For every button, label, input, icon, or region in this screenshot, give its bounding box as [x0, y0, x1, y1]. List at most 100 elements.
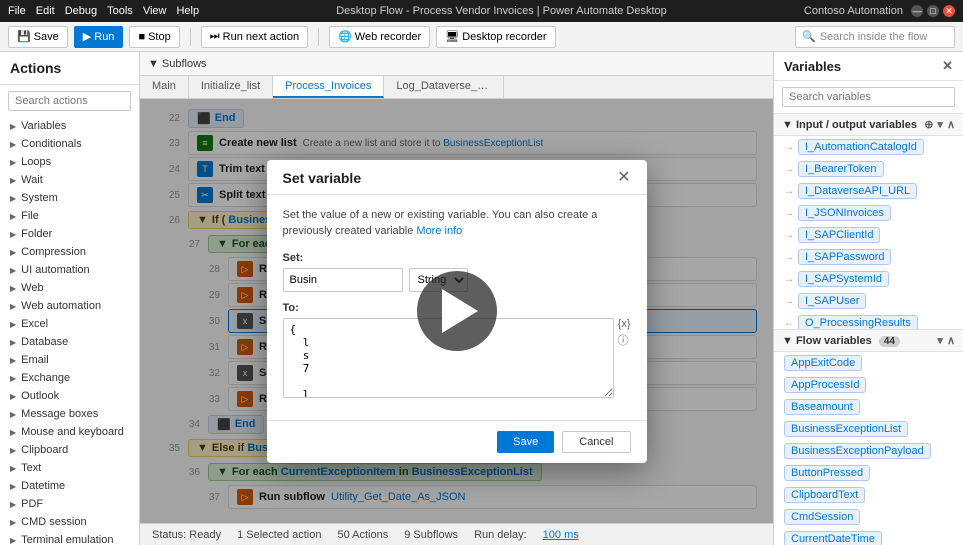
action-item-exchange[interactable]: Exchange [0, 369, 139, 387]
collapse-section-icon[interactable]: ∧ [947, 334, 955, 347]
selected-action-count: 1 Selected action [237, 529, 321, 541]
action-item-cmd[interactable]: CMD session [0, 513, 139, 531]
action-item-email[interactable]: Email [0, 351, 139, 369]
stop-button[interactable]: ■ Stop [129, 26, 179, 48]
tab-initialize-list[interactable]: Initialize_list [189, 76, 273, 98]
run-delay-value[interactable]: 100 ms [543, 529, 579, 541]
action-item-datetime[interactable]: Datetime [0, 477, 139, 495]
run-button[interactable]: ▶ Run [74, 26, 124, 48]
close-button[interactable]: ✕ [943, 5, 955, 17]
action-item-loops[interactable]: Loops [0, 153, 139, 171]
subflows-button[interactable]: ▼ Subflows [148, 58, 207, 70]
flow-vars-section-header[interactable]: ▼ Flow variables 44 ▾ ∧ [774, 329, 963, 352]
var-json-invoices[interactable]: → I_JSONInvoices [774, 202, 963, 224]
maximize-button[interactable]: □ [927, 5, 939, 17]
minimize-button[interactable]: — [911, 5, 923, 17]
action-item-excel[interactable]: Excel [0, 315, 139, 333]
actions-search-input[interactable] [8, 91, 131, 111]
var-sap-system-id[interactable]: → I_SAPSystemId [774, 268, 963, 290]
save-button[interactable]: 💾 Save [8, 26, 68, 48]
play-button-overlay[interactable] [417, 271, 497, 351]
main-layout: Actions Variables Conditionals Loops Wai… [0, 52, 963, 545]
var-baseamount[interactable]: Baseamount [774, 396, 963, 418]
input-output-section-header[interactable]: ▼ Input / output variables ⊕ ▾ ∧ [774, 113, 963, 136]
menu-file[interactable]: File [8, 5, 26, 17]
more-info-link[interactable]: More info [416, 225, 462, 237]
var-sap-password[interactable]: → I_SAPPassword [774, 246, 963, 268]
action-item-system[interactable]: System [0, 189, 139, 207]
action-item-pdf[interactable]: PDF [0, 495, 139, 513]
variables-search-input[interactable] [782, 87, 955, 107]
action-item-ui-automation[interactable]: UI automation [0, 261, 139, 279]
action-item-terminal[interactable]: Terminal emulation [0, 531, 139, 545]
title-bar-right: Contoso Automation — □ ✕ [804, 5, 955, 17]
modal-header: Set variable ✕ [267, 160, 647, 195]
menu-debug[interactable]: Debug [65, 5, 97, 17]
set-input[interactable] [283, 268, 403, 292]
var-business-exception-payload[interactable]: BusinessExceptionPayload [774, 440, 963, 462]
var-dataverse-api-url[interactable]: → I_DataverseAPI_URL [774, 180, 963, 202]
expand-icon [10, 139, 16, 149]
action-item-wait[interactable]: Wait [0, 171, 139, 189]
var-current-datetime[interactable]: CurrentDateTime [774, 528, 963, 545]
action-item-variables[interactable]: Variables [0, 117, 139, 135]
var-bearer-token[interactable]: → I_BearerToken [774, 158, 963, 180]
flow-scroll[interactable]: 22 ⬛ End 23 ≡ Create new list Create a n… [140, 99, 773, 523]
var-app-process-id[interactable]: AppProcessId [774, 374, 963, 396]
actions-title: Actions [0, 52, 139, 85]
action-item-clipboard[interactable]: Clipboard [0, 441, 139, 459]
action-item-database[interactable]: Database [0, 333, 139, 351]
action-item-compression[interactable]: Compression [0, 243, 139, 261]
var-business-exception-list[interactable]: BusinessExceptionList [774, 418, 963, 440]
tab-log-dataverse[interactable]: Log_Dataverse_Document_Qu... [384, 76, 504, 98]
var-button-pressed[interactable]: ButtonPressed [774, 462, 963, 484]
add-variable-icon[interactable]: ⊕ [924, 118, 933, 131]
modal-close-button[interactable]: ✕ [617, 170, 630, 186]
web-recorder-button[interactable]: 🌐 Web recorder [329, 26, 430, 48]
action-item-folder[interactable]: Folder [0, 225, 139, 243]
action-item-conditionals[interactable]: Conditionals [0, 135, 139, 153]
var-cmd-session[interactable]: CmdSession [774, 506, 963, 528]
expression-help-button[interactable]: ⓘ [618, 332, 631, 348]
flow-search[interactable]: 🔍 Search inside the flow [795, 26, 955, 48]
run-icon: ▶ [83, 30, 91, 43]
variable-picker-button[interactable]: {x} [618, 318, 631, 330]
variables-close-button[interactable]: ✕ [942, 58, 953, 74]
status-bar: Status: Ready 1 Selected action 50 Actio… [140, 523, 773, 545]
menu-edit[interactable]: Edit [36, 5, 55, 17]
collapse-section-icon[interactable]: ∧ [947, 118, 955, 131]
var-processing-results[interactable]: ← O_ProcessingResults [774, 312, 963, 329]
modal-cancel-button[interactable]: Cancel [562, 431, 630, 453]
action-item-web[interactable]: Web [0, 279, 139, 297]
var-sap-user[interactable]: → I_SAPUser [774, 290, 963, 312]
action-item-message-boxes[interactable]: Message boxes [0, 405, 139, 423]
var-arrow-icon: → [784, 274, 794, 285]
action-item-outlook[interactable]: Outlook [0, 387, 139, 405]
filter-icon[interactable]: ▾ [937, 334, 943, 347]
run-next-icon: ⏭ [210, 30, 220, 43]
expand-icon [10, 211, 16, 221]
tab-main[interactable]: Main [140, 76, 189, 98]
modal-overlay[interactable]: Set variable ✕ Set the value of a new or… [140, 99, 773, 523]
menu-help[interactable]: Help [176, 5, 199, 17]
action-item-text[interactable]: Text [0, 459, 139, 477]
modal-save-button[interactable]: Save [497, 431, 554, 453]
tab-process-invoices[interactable]: Process_Invoices [273, 76, 384, 98]
var-arrow-icon: → [784, 296, 794, 307]
menu-tools[interactable]: Tools [107, 5, 133, 17]
action-item-mouse-keyboard[interactable]: Mouse and keyboard [0, 423, 139, 441]
var-sap-client-id[interactable]: → I_SAPClientId [774, 224, 963, 246]
desktop-recorder-button[interactable]: 🖥 Desktop recorder [436, 26, 555, 48]
var-app-exit-code[interactable]: AppExitCode [774, 352, 963, 374]
expand-icon [10, 319, 16, 329]
window-controls: — □ ✕ [911, 5, 955, 17]
run-next-button[interactable]: ⏭ Run next action [201, 26, 308, 48]
action-item-web-automation[interactable]: Web automation [0, 297, 139, 315]
divider-1 [190, 28, 191, 46]
expand-icon [10, 121, 16, 131]
filter-icon[interactable]: ▾ [937, 118, 943, 131]
menu-view[interactable]: View [143, 5, 167, 17]
var-automation-catalog-id[interactable]: → I_AutomationCatalogId [774, 136, 963, 158]
var-clipboard-text[interactable]: ClipboardText [774, 484, 963, 506]
action-item-file[interactable]: File [0, 207, 139, 225]
